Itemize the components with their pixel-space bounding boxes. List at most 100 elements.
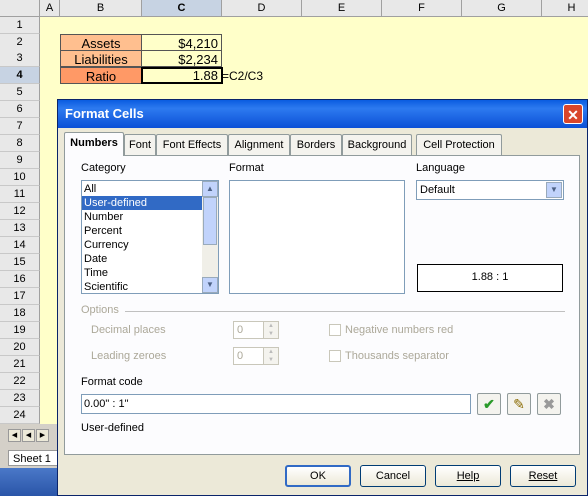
column-header-b[interactable]: B (60, 0, 142, 17)
category-item[interactable]: Number (82, 210, 202, 224)
next-sheet-button[interactable]: ▶ (36, 429, 49, 442)
row-header-18[interactable]: 18 (0, 305, 40, 322)
row-header-14[interactable]: 14 (0, 237, 40, 254)
row-header-12[interactable]: 12 (0, 203, 40, 220)
close-icon: ✕ (567, 107, 579, 123)
row-header-23[interactable]: 23 (0, 390, 40, 407)
column-header-f[interactable]: F (382, 0, 462, 17)
row-header-11[interactable]: 11 (0, 186, 40, 203)
first-sheet-button[interactable]: ◀ (8, 429, 21, 442)
options-separator (125, 311, 565, 312)
row-header-13[interactable]: 13 (0, 220, 40, 237)
category-item[interactable]: Currency (82, 238, 202, 252)
help-label: Help (456, 470, 480, 482)
row-header-19[interactable]: 19 (0, 322, 40, 339)
row-header-10[interactable]: 10 (0, 169, 40, 186)
scroll-up-button[interactable]: ▲ (202, 181, 218, 197)
status-text: User-defined (81, 422, 144, 434)
row-header-21[interactable]: 21 (0, 356, 40, 373)
tab-alignment[interactable]: Alignment (228, 134, 290, 155)
row-header-3[interactable]: 3 (0, 50, 40, 67)
decimal-places-value: 0 (237, 324, 244, 336)
format-code-input[interactable]: 0.00" : 1" (81, 394, 471, 414)
help-button[interactable]: Help (435, 465, 501, 487)
category-item[interactable]: Percent (82, 224, 202, 238)
ok-button[interactable]: OK (285, 465, 351, 487)
cell-b4[interactable]: Ratio (60, 67, 142, 84)
chevron-down-icon[interactable]: ▼ (546, 182, 562, 198)
column-header-c[interactable]: C (142, 0, 222, 17)
reset-button[interactable]: Reset (510, 465, 576, 487)
row-header-9[interactable]: 9 (0, 152, 40, 169)
leading-zeroes-field[interactable]: 0 ▲ ▼ (233, 347, 279, 365)
cell-b2[interactable]: Assets (60, 34, 142, 51)
decimal-places-label: Decimal places (91, 324, 166, 336)
leading-zeroes-label: Leading zeroes (91, 350, 167, 362)
row-header-16[interactable]: 16 (0, 271, 40, 288)
row-header-22[interactable]: 22 (0, 373, 40, 390)
delete-icon: ✖ (543, 396, 555, 412)
row-header-24[interactable]: 24 (0, 407, 40, 424)
scroll-down-button[interactable]: ▼ (202, 277, 218, 293)
column-header-g[interactable]: G (462, 0, 542, 17)
row-header-6[interactable]: 6 (0, 101, 40, 118)
edit-comment-button[interactable]: ✎ (507, 393, 531, 415)
cell-c4[interactable]: 1.88 (141, 67, 223, 84)
category-item[interactable]: Time (82, 266, 202, 280)
row-header-20[interactable]: 20 (0, 339, 40, 356)
category-item[interactable]: Scientific (82, 280, 202, 293)
spinner-icon[interactable]: ▲ ▼ (263, 322, 278, 338)
row-header-8[interactable]: 8 (0, 135, 40, 152)
corner-cell[interactable] (0, 0, 40, 17)
cell-b3[interactable]: Liabilities (60, 50, 142, 67)
column-header-d[interactable]: D (222, 0, 302, 17)
comment-icon: ✎ (513, 396, 525, 412)
negative-red-label: Negative numbers red (345, 324, 454, 336)
category-label: Category (81, 162, 126, 174)
reset-label: Reset (528, 470, 558, 482)
row-header-1[interactable]: 1 (0, 17, 40, 34)
category-list[interactable]: All User-defined Number Percent Currency Date… (81, 180, 219, 294)
negative-red-checkbox[interactable] (329, 324, 341, 336)
tab-font-effects[interactable]: Font Effects (156, 134, 228, 155)
scroll-thumb[interactable] (203, 197, 217, 245)
tab-cell-protection[interactable]: Cell Protection (416, 134, 502, 155)
tab-font[interactable]: Font (124, 134, 156, 155)
thousands-separator-label: Thousands separator (345, 350, 449, 362)
category-item[interactable]: User-defined (82, 196, 202, 210)
column-header-h[interactable]: H (542, 0, 588, 17)
column-header-a[interactable]: A (40, 0, 60, 17)
category-item[interactable]: Date (82, 252, 202, 266)
cell-c3[interactable]: $2,234 (141, 50, 222, 67)
tab-numbers[interactable]: Numbers (64, 132, 124, 156)
row-header-2[interactable]: 2 (0, 34, 40, 51)
dialog-title: Format Cells (65, 106, 144, 121)
decimal-places-field[interactable]: 0 ▲ ▼ (233, 321, 279, 339)
category-item[interactable]: All (82, 182, 202, 196)
leading-zeroes-value: 0 (237, 350, 244, 362)
thousands-separator-checkbox[interactable] (329, 350, 341, 362)
row-header-17[interactable]: 17 (0, 288, 40, 305)
row-header-7[interactable]: 7 (0, 118, 40, 135)
dialog-titlebar[interactable]: Format Cells ✕ (58, 100, 587, 128)
row-header-5[interactable]: 5 (0, 84, 40, 101)
language-label: Language (416, 162, 465, 174)
cell-c2[interactable]: $4,210 (141, 34, 222, 51)
row-header-4[interactable]: 4 (0, 67, 40, 84)
cancel-button[interactable]: Cancel (360, 465, 426, 487)
accept-button[interactable]: ✔ (477, 393, 501, 415)
taskbar (0, 468, 58, 496)
tab-borders[interactable]: Borders (290, 134, 342, 155)
column-header-e[interactable]: E (302, 0, 382, 17)
close-button[interactable]: ✕ (563, 104, 583, 124)
spinner-icon[interactable]: ▲ ▼ (263, 348, 278, 364)
language-select[interactable]: Default ▼ (416, 180, 564, 200)
prev-sheet-button[interactable]: ◀ (22, 429, 35, 442)
preview-box: 1.88 : 1 (417, 264, 563, 292)
format-list[interactable] (229, 180, 405, 294)
row-header-15[interactable]: 15 (0, 254, 40, 271)
sheet-tab[interactable]: Sheet 1 (8, 450, 58, 466)
delete-button[interactable]: ✖ (537, 393, 561, 415)
category-scrollbar[interactable]: ▲ ▼ (202, 181, 218, 293)
tab-background[interactable]: Background (342, 134, 412, 155)
